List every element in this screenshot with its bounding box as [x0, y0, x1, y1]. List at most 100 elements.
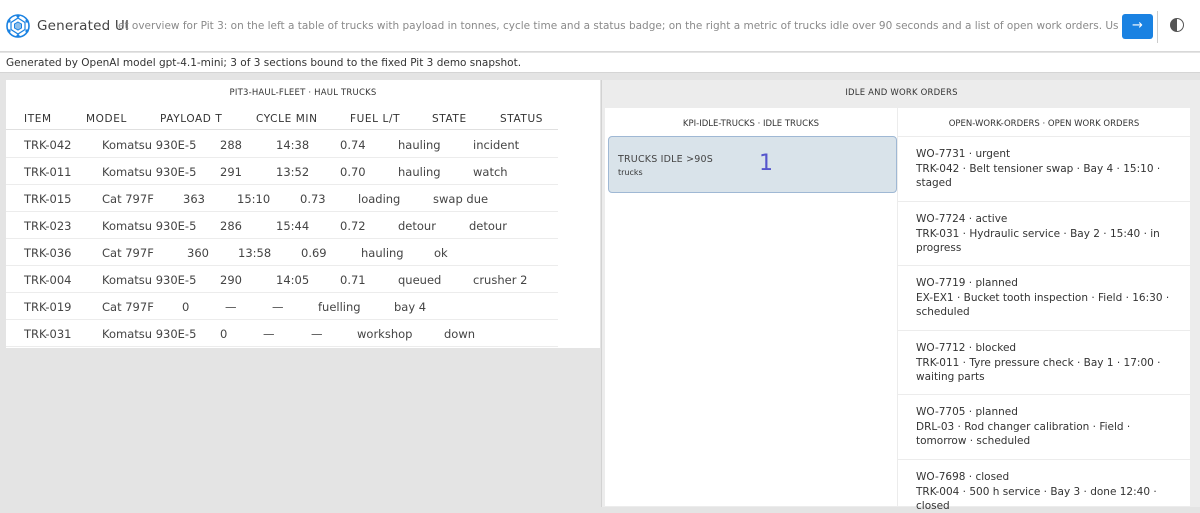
table-row[interactable]: TRK-036 Cat 797F 360 13:58 0.69 hauling …: [6, 239, 558, 266]
cell-payload: 286: [220, 219, 242, 233]
prompt-text: et overview for Pit 3: on the left a tab…: [118, 20, 1118, 32]
cell-cycle: 14:05: [276, 273, 310, 287]
cell-item: TRK-036: [24, 246, 72, 260]
cell-cycle: 13:58: [238, 246, 272, 260]
column-header-fuel: FUEL L/T: [350, 113, 401, 125]
column-header-model: MODEL: [86, 113, 127, 125]
cell-model: Komatsu 930E-5: [102, 219, 197, 233]
table-row[interactable]: TRK-019 Cat 797F 0 — — fuelling bay 4: [6, 293, 558, 320]
idle-and-work-orders-title: IDLE AND WORK ORDERS: [845, 88, 958, 98]
work-order-heading: WO-7731 · urgent: [916, 148, 1011, 160]
column-header-state: STATE: [432, 113, 467, 125]
cell-payload: 290: [220, 273, 242, 287]
column-header-cycle: CYCLE MIN: [256, 113, 318, 125]
idle-trucks-metric-card[interactable]: TRUCKS IDLE >90S trucks 1: [608, 136, 897, 193]
cell-state: detour: [398, 219, 436, 233]
column-header-payload: PAYLOAD T: [160, 113, 223, 125]
work-order-item[interactable]: WO-7724 · active TRK-031 · Hydraulic ser…: [898, 201, 1190, 265]
work-order-heading: WO-7705 · planned: [916, 406, 1018, 418]
cell-cycle: 15:44: [276, 219, 310, 233]
cell-payload: 363: [183, 192, 205, 206]
cell-item: TRK-031: [24, 327, 72, 341]
table-row[interactable]: TRK-011 Komatsu 930E-5 291 13:52 0.70 ha…: [6, 158, 558, 185]
work-order-heading: WO-7724 · active: [916, 213, 1008, 225]
cell-model: Cat 797F: [102, 246, 154, 260]
table-row[interactable]: TRK-004 Komatsu 930E-5 290 14:05 0.71 qu…: [6, 266, 558, 293]
work-order-item[interactable]: WO-7731 · urgent TRK-042 · Belt tensione…: [898, 136, 1190, 200]
app-logo-icon: [6, 14, 30, 38]
cell-cycle: 15:10: [237, 192, 271, 206]
table-row[interactable]: TRK-031 Komatsu 930E-5 0 — — workshop do…: [6, 320, 558, 347]
work-order-details: EX-EX1 · Bucket tooth inspection · Field…: [916, 292, 1170, 318]
cell-state: workshop: [357, 327, 413, 341]
cell-cycle: 13:52: [276, 165, 310, 179]
cell-state: hauling: [398, 138, 441, 152]
table-row[interactable]: TRK-015 Cat 797F 363 15:10 0.73 loading …: [6, 185, 558, 212]
cell-model: Cat 797F: [102, 192, 154, 206]
cell-item: TRK-015: [24, 192, 72, 206]
cell-model: Komatsu 930E-5: [102, 165, 197, 179]
work-order-item[interactable]: WO-7719 · planned EX-EX1 · Bucket tooth …: [898, 265, 1190, 329]
send-button[interactable]: →: [1122, 14, 1153, 39]
cell-fuel: —: [272, 300, 284, 314]
cell-model: Komatsu 930E-5: [102, 273, 197, 287]
top-bar: Generated UI et overview for Pit 3: on t…: [0, 0, 1200, 52]
cell-item: TRK-019: [24, 300, 72, 314]
generation-info-bar: Generated by OpenAI model gpt-4.1-mini; …: [0, 53, 1200, 73]
cell-status: detour: [469, 219, 507, 233]
work-order-details: TRK-011 · Tyre pressure check · Bay 1 · …: [916, 357, 1161, 383]
cell-model: Komatsu 930E-5: [102, 138, 197, 152]
work-order-item[interactable]: WO-7698 · closed TRK-004 · 500 h service…: [898, 459, 1190, 512]
idle-and-work-orders-section: IDLE AND WORK ORDERS KPI-IDLE-TRUCKS · I…: [601, 80, 1200, 512]
cell-status: ok: [434, 246, 448, 260]
metric-unit: trucks: [618, 168, 643, 177]
prompt-input[interactable]: et overview for Pit 3: on the left a tab…: [113, 11, 1158, 43]
cell-payload: 0: [220, 327, 228, 341]
cell-fuel: 0.72: [340, 219, 366, 233]
haul-trucks-title: PIT3-HAUL-FLEET · HAUL TRUCKS: [229, 88, 377, 98]
column-header-item: ITEM: [24, 113, 52, 125]
haul-trucks-section: PIT3-HAUL-FLEET · HAUL TRUCKS ITEM MODEL…: [6, 80, 600, 348]
cell-state: fuelling: [318, 300, 361, 314]
open-work-orders-title: OPEN-WORK-ORDERS · OPEN WORK ORDERS: [948, 119, 1140, 129]
cell-fuel: 0.71: [340, 273, 366, 287]
work-order-item[interactable]: WO-7712 · blocked TRK-011 · Tyre pressur…: [898, 330, 1190, 394]
idle-trucks-panel: KPI-IDLE-TRUCKS · IDLE TRUCKS TRUCKS IDL…: [605, 108, 897, 506]
work-order-heading: WO-7712 · blocked: [916, 342, 1017, 354]
table-row[interactable]: TRK-042 Komatsu 930E-5 288 14:38 0.74 ha…: [6, 131, 558, 158]
cell-payload: 291: [220, 165, 242, 179]
cell-cycle: —: [225, 300, 237, 314]
work-order-details: TRK-004 · 500 h service · Bay 3 · done 1…: [916, 486, 1157, 512]
table-header: ITEM MODEL PAYLOAD T CYCLE MIN FUEL L/T …: [6, 110, 558, 130]
cell-fuel: 0.74: [340, 138, 366, 152]
metric-value: 1: [759, 151, 773, 176]
cell-cycle: —: [263, 327, 275, 341]
cell-payload: 0: [182, 300, 190, 314]
cell-model: Cat 797F: [102, 300, 154, 314]
work-order-details: TRK-042 · Belt tensioner swap · Bay 4 · …: [916, 163, 1161, 189]
work-order-heading: WO-7698 · closed: [916, 471, 1010, 483]
cell-payload: 288: [220, 138, 242, 152]
idle-trucks-title: KPI-IDLE-TRUCKS · IDLE TRUCKS: [682, 119, 820, 129]
open-work-orders-panel: OPEN-WORK-ORDERS · OPEN WORK ORDERS WO-7…: [898, 108, 1190, 512]
cell-fuel: 0.69: [301, 246, 327, 260]
work-order-details: DRL-03 · Rod changer calibration · Field…: [916, 421, 1131, 447]
cell-status: crusher 2: [473, 273, 528, 287]
cell-model: Komatsu 930E-5: [102, 327, 197, 341]
cell-fuel: 0.70: [340, 165, 366, 179]
cell-item: TRK-004: [24, 273, 72, 287]
table-row[interactable]: TRK-023 Komatsu 930E-5 286 15:44 0.72 de…: [6, 212, 558, 239]
column-header-status: STATUS: [500, 113, 543, 125]
metric-label: TRUCKS IDLE >90S: [618, 154, 713, 165]
cell-payload: 360: [187, 246, 209, 260]
generation-info-text: Generated by OpenAI model gpt-4.1-mini; …: [6, 57, 522, 69]
cell-fuel: 0.73: [300, 192, 326, 206]
work-order-item[interactable]: WO-7705 · planned DRL-03 · Rod changer c…: [898, 394, 1190, 458]
theme-toggle-icon[interactable]: [1170, 18, 1184, 32]
cell-cycle: 14:38: [276, 138, 310, 152]
work-order-heading: WO-7719 · planned: [916, 277, 1018, 289]
cell-status: bay 4: [394, 300, 427, 314]
cell-item: TRK-011: [24, 165, 72, 179]
cell-state: loading: [358, 192, 401, 206]
cell-fuel: —: [311, 327, 323, 341]
